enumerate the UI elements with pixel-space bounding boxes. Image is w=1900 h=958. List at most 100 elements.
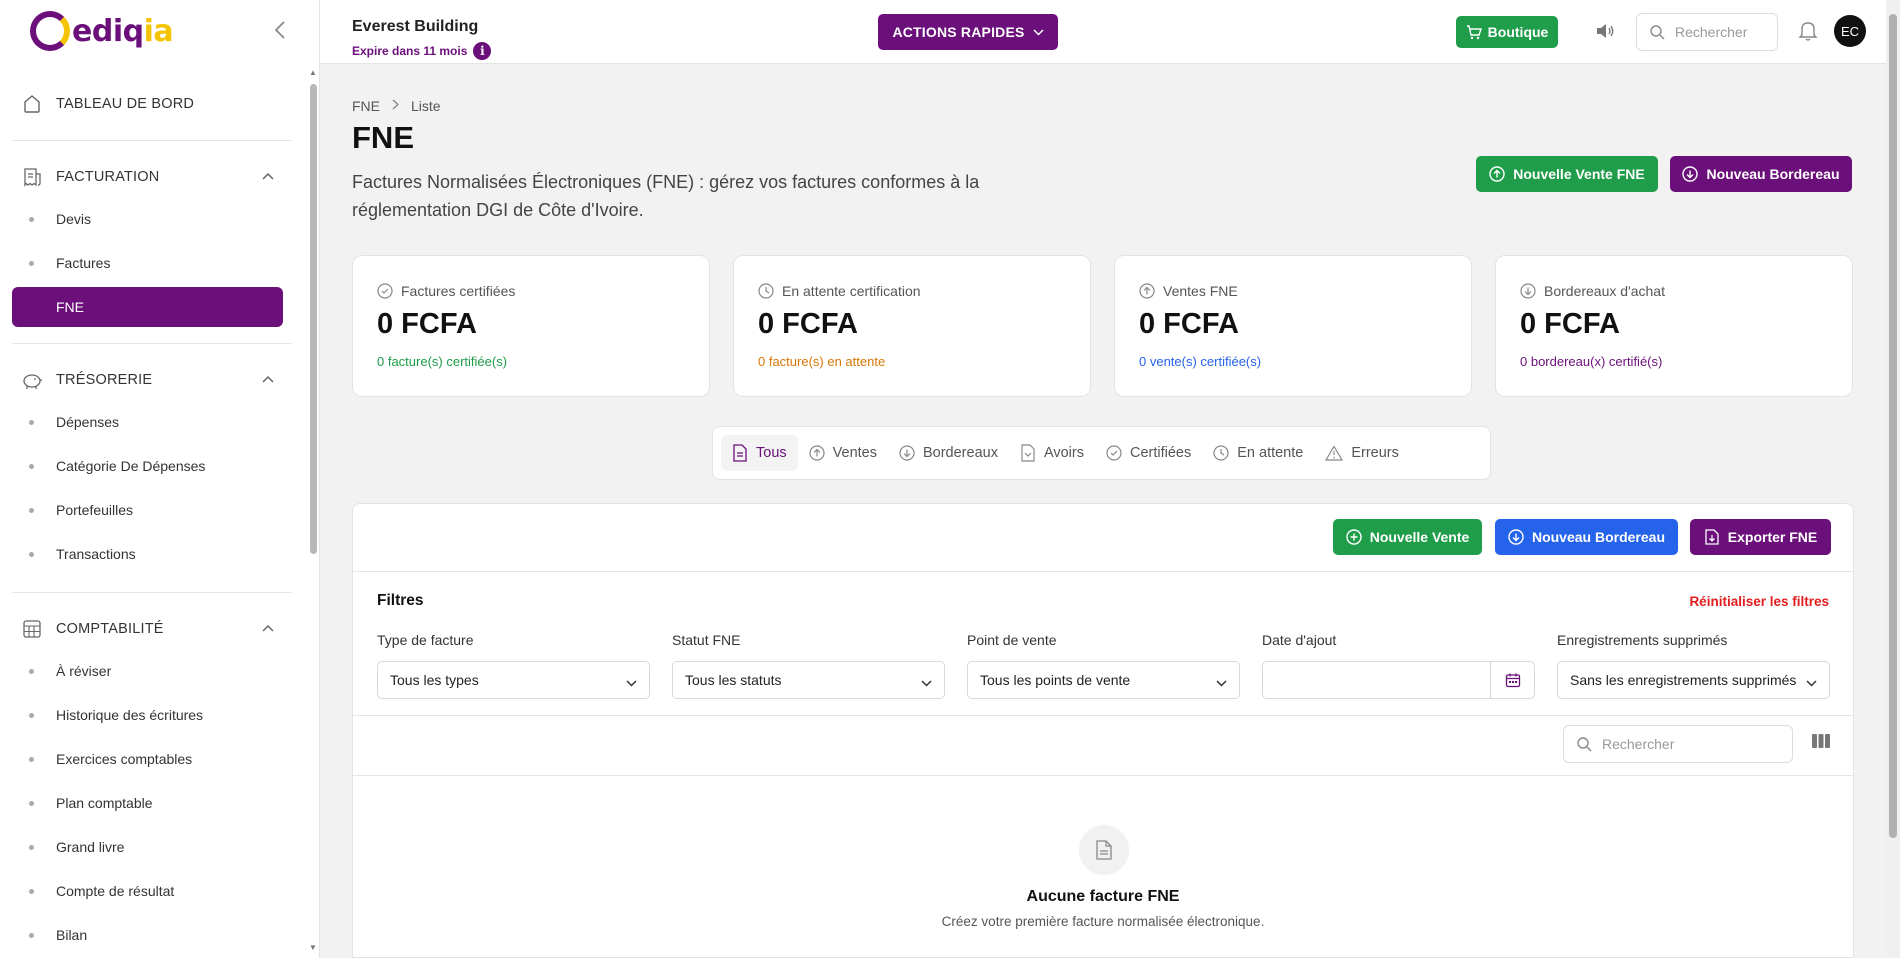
chevron-down-icon [1033, 28, 1044, 36]
stat-subtext: 0 facture(s) en attente [758, 354, 886, 369]
export-fne-button[interactable]: Exporter FNE [1690, 519, 1831, 555]
new-sale-button[interactable]: Nouvelle Vente [1333, 519, 1482, 555]
logo-mark-icon [30, 11, 70, 51]
boutique-button[interactable]: Boutique [1456, 16, 1558, 48]
filter-label-point-of-sale: Point de vente [967, 632, 1057, 648]
tab-ventes[interactable]: Ventes [798, 435, 888, 471]
clock-icon [758, 283, 774, 299]
stat-value: 0 FCFA [1520, 308, 1620, 340]
speaker-icon[interactable] [1594, 20, 1616, 47]
chevron-down-icon [626, 674, 637, 690]
stat-value: 0 FCFA [377, 308, 477, 340]
sidebar-section-facturation[interactable]: FACTURATION [0, 157, 310, 197]
user-avatar[interactable]: EC [1834, 15, 1866, 47]
stat-value: 0 FCFA [758, 308, 858, 340]
sidebar-item-transactions[interactable]: Transactions [0, 532, 310, 576]
stat-value: 0 FCFA [1139, 308, 1239, 340]
chevron-up-icon [262, 372, 274, 386]
calendar-icon[interactable] [1490, 662, 1534, 698]
fne-list-panel: Nouvelle Vente Nouveau Bordereau Exporte… [352, 503, 1854, 958]
filter-label-status: Statut FNE [672, 632, 741, 648]
filter-label-type: Type de facture [377, 632, 474, 648]
sidebar-item-factures[interactable]: Factures [0, 241, 310, 285]
panel-divider [353, 775, 1853, 776]
sidebar-item-fne[interactable]: FNE [12, 287, 283, 327]
tab-bordereaux[interactable]: Bordereaux [888, 435, 1009, 471]
chevron-left-icon [274, 21, 285, 39]
arrow-up-circle-icon [809, 445, 825, 461]
stat-card-certified: Factures certifiées 0 FCFA 0 facture(s) … [352, 255, 710, 397]
sidebar-item-devis[interactable]: Devis [0, 197, 310, 241]
home-icon [20, 92, 44, 116]
new-bordereau-button[interactable]: Nouveau Bordereau [1670, 156, 1852, 192]
chevron-up-icon [262, 169, 274, 183]
notifications-bell-icon[interactable] [1798, 20, 1818, 47]
sidebar-scrollbar[interactable]: ▲ ▼ [308, 66, 318, 958]
fne-tabs: Tous Ventes Bordereaux Avoirs Certifiées… [712, 426, 1491, 480]
arrow-up-circle-icon [1139, 283, 1155, 299]
columns-toggle-icon[interactable] [1811, 733, 1831, 754]
check-circle-icon [1106, 445, 1122, 461]
empty-state-subtitle: Créez votre première facture normalisée … [941, 914, 1265, 929]
sidebar-item-depenses[interactable]: Dépenses [0, 400, 310, 444]
sidebar-item-compte-resultat[interactable]: Compte de résultat [0, 869, 310, 913]
cart-icon [1466, 24, 1482, 39]
collapse-sidebar-button[interactable] [274, 20, 294, 42]
sidebar-section-tresorerie[interactable]: TRÉSORERIE [0, 360, 310, 400]
sidebar-divider [12, 343, 292, 344]
sidebar-item-exercices[interactable]: Exercices comptables [0, 737, 310, 781]
sidebar-divider [12, 140, 292, 141]
arrow-down-circle-icon [1682, 166, 1699, 182]
quick-actions-button[interactable]: ACTIONS RAPIDES [878, 14, 1058, 50]
tab-certifiees[interactable]: Certifiées [1095, 435, 1202, 471]
organization-name: Everest Building [352, 18, 479, 35]
check-circle-icon [377, 283, 393, 299]
new-fne-sale-button[interactable]: Nouvelle Vente FNE [1476, 156, 1658, 192]
table-search-input[interactable]: Rechercher [1563, 725, 1793, 763]
sidebar-item-dashboard[interactable]: TABLEAU DE BORD [0, 84, 310, 124]
sidebar-item-plan-comptable[interactable]: Plan comptable [0, 781, 310, 825]
sidebar-section-comptabilite[interactable]: COMPTABILITÉ [0, 609, 310, 649]
filter-type-select[interactable]: Tous les types [377, 661, 650, 699]
sidebar-item-portefeuilles[interactable]: Portefeuilles [0, 488, 310, 532]
filter-status-select[interactable]: Tous les statuts [672, 661, 945, 699]
chevron-down-icon [1806, 674, 1817, 690]
invoice-icon [20, 165, 44, 189]
sidebar-item-a-reviser[interactable]: À réviser [0, 649, 310, 693]
breadcrumb-fne[interactable]: FNE [352, 98, 380, 114]
file-export-icon [1704, 529, 1720, 545]
sidebar-item-bilan[interactable]: Bilan [0, 913, 310, 957]
arrow-down-circle-icon [899, 445, 915, 461]
new-bordereau-panel-button[interactable]: Nouveau Bordereau [1495, 519, 1678, 555]
tab-avoirs[interactable]: Avoirs [1009, 435, 1095, 471]
info-icon[interactable]: i [473, 42, 492, 60]
sidebar-item-categorie-depenses[interactable]: Catégorie De Dépenses [0, 444, 310, 488]
tab-erreurs[interactable]: Erreurs [1314, 435, 1410, 471]
filter-label-deleted: Enregistrements supprimés [1557, 632, 1728, 648]
top-bar: Everest Building Expire dans 11 mois i A… [320, 0, 1886, 64]
global-search-input[interactable]: Rechercher [1636, 13, 1778, 51]
app-logo[interactable]: ediqia [30, 8, 174, 54]
reset-filters-link[interactable]: Réinitialiser les filtres [1689, 594, 1829, 609]
tab-en-attente[interactable]: En attente [1202, 435, 1314, 471]
stat-card-sales: Ventes FNE 0 FCFA 0 vente(s) certifiée(s… [1114, 255, 1472, 397]
chevron-up-icon [262, 621, 274, 635]
calculator-icon [20, 617, 44, 641]
scroll-up-arrow-icon[interactable]: ▲ [308, 68, 318, 77]
window-scrollbar[interactable] [1886, 0, 1900, 958]
tab-tous[interactable]: Tous [721, 435, 798, 471]
chevron-down-icon [1216, 674, 1227, 690]
window-scrollbar-thumb[interactable] [1889, 14, 1897, 838]
sidebar-item-grand-livre[interactable]: Grand livre [0, 825, 310, 869]
empty-document-icon [1079, 825, 1129, 875]
stat-subtext: 0 bordereau(x) certifié(s) [1520, 354, 1663, 369]
page-title: FNE [352, 120, 414, 155]
sidebar-scrollbar-thumb[interactable] [310, 84, 317, 554]
sidebar-item-historique[interactable]: Historique des écritures [0, 693, 310, 737]
filter-date-input[interactable] [1262, 661, 1535, 699]
search-icon [1577, 737, 1592, 752]
filter-deleted-select[interactable]: Sans les enregistrements supprimés [1557, 661, 1830, 699]
scroll-down-arrow-icon[interactable]: ▼ [308, 943, 318, 952]
sidebar-nav: TABLEAU DE BORD FACTURATION Devis Factur… [0, 66, 310, 958]
filter-point-of-sale-select[interactable]: Tous les points de vente [967, 661, 1240, 699]
